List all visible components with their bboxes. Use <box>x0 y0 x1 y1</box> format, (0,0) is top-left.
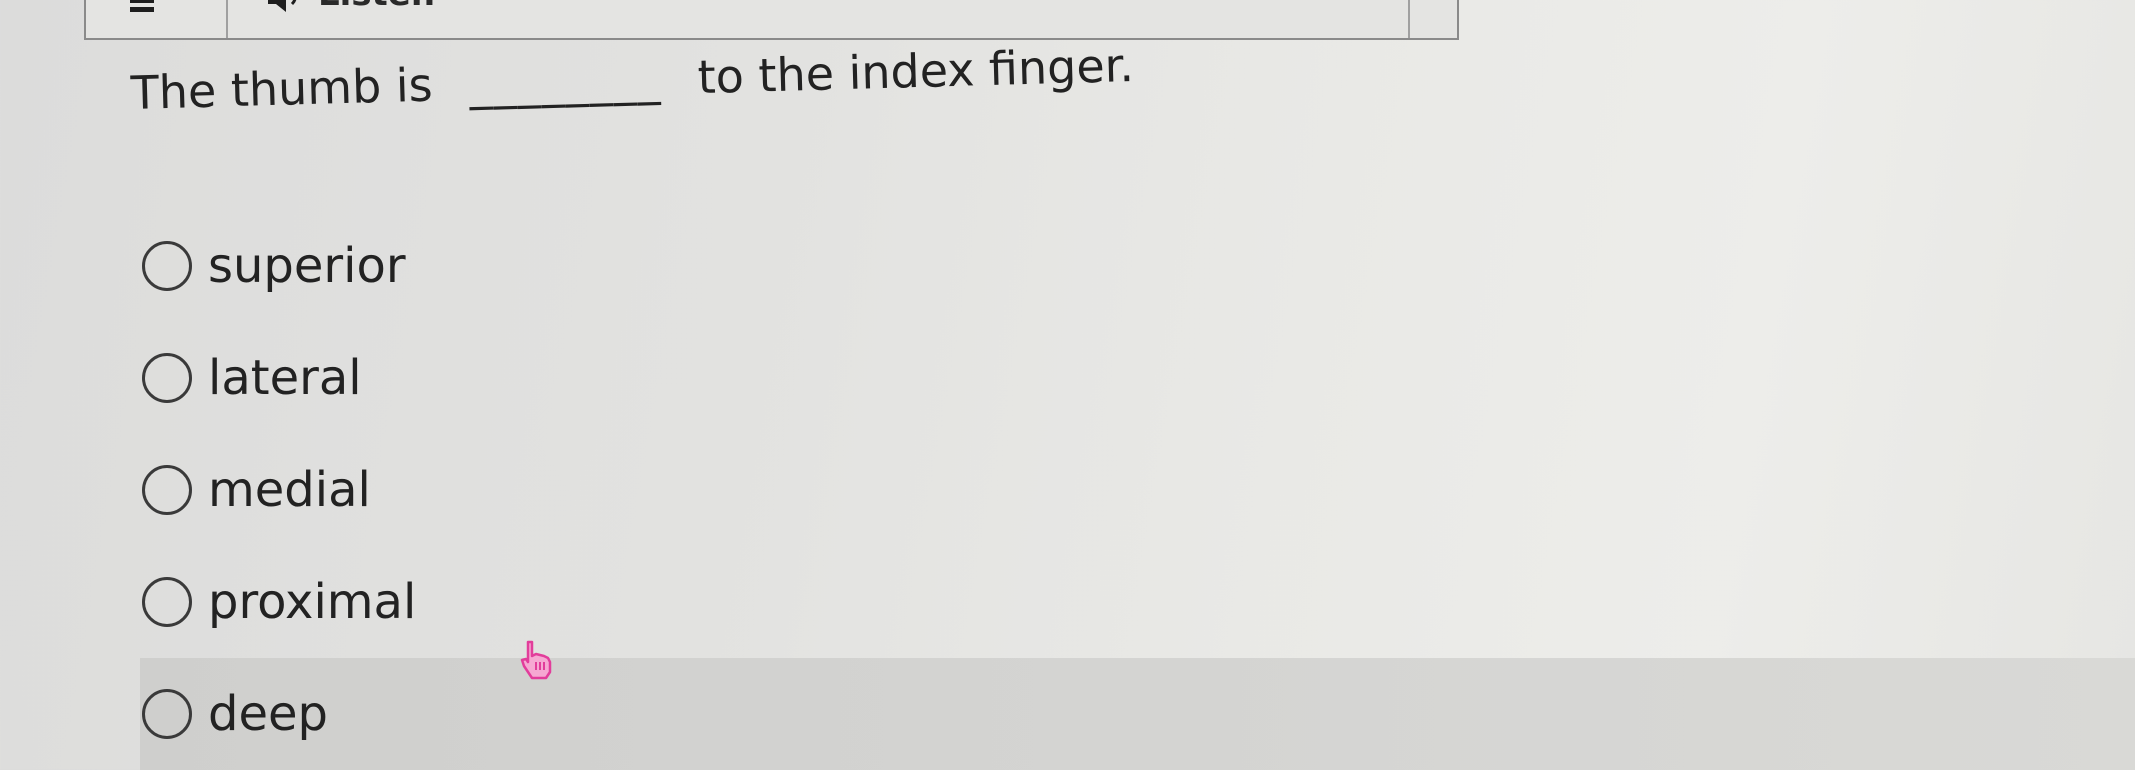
option-label: superior <box>208 238 406 294</box>
answer-options: superior lateral medial proximal deep <box>140 210 2135 770</box>
radio-button[interactable] <box>142 465 192 515</box>
listen-label: Listen <box>318 0 435 14</box>
option-label: deep <box>208 686 328 742</box>
radio-button[interactable] <box>142 689 192 739</box>
option-superior[interactable]: superior <box>140 210 2135 322</box>
option-label: medial <box>208 462 371 518</box>
option-medial[interactable]: medial <box>140 434 2135 546</box>
menu-button[interactable] <box>106 0 228 38</box>
listen-button[interactable]: Listen <box>228 0 1410 38</box>
question-suffix: to the index finger. <box>696 37 1135 105</box>
option-label: proximal <box>208 574 417 630</box>
hamburger-menu-icon <box>130 0 154 18</box>
option-proximal[interactable]: proximal <box>140 546 2135 658</box>
option-label: lateral <box>208 350 362 406</box>
option-deep[interactable]: deep <box>140 658 2135 770</box>
radio-button[interactable] <box>142 353 192 403</box>
speaker-icon <box>268 0 297 12</box>
question-prefix: The thumb is <box>130 57 434 120</box>
top-toolbar: Listen <box>84 0 1459 40</box>
question-blank: ________ <box>468 51 662 111</box>
radio-button[interactable] <box>142 241 192 291</box>
radio-button[interactable] <box>142 577 192 627</box>
option-lateral[interactable]: lateral <box>140 322 2135 434</box>
pointer-hand-icon <box>520 640 552 680</box>
question-text: The thumb is ________ to the index finge… <box>130 38 1135 120</box>
